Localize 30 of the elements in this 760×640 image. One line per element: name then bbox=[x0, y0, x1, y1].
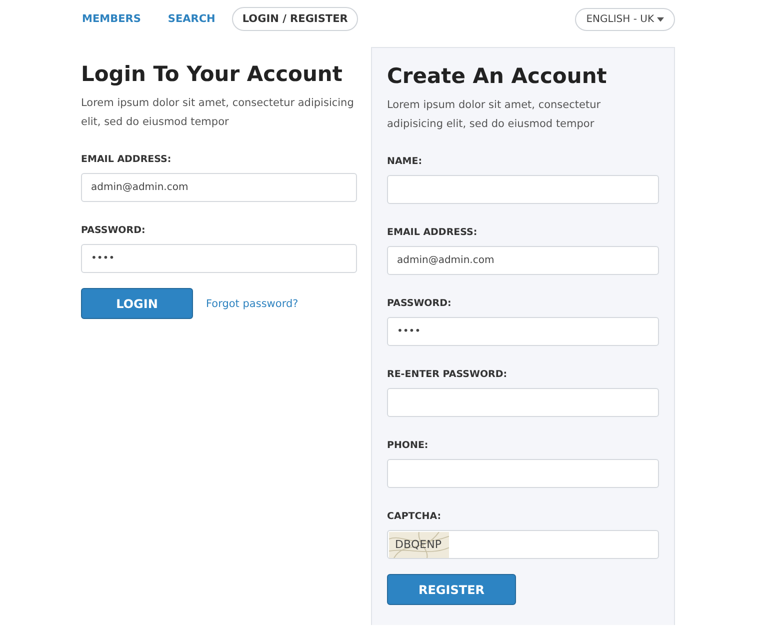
language-dropdown[interactable]: ENGLISH - UK bbox=[575, 8, 675, 30]
login-button[interactable]: LOGIN bbox=[81, 288, 193, 319]
field-label: PASSWORD: bbox=[81, 225, 146, 236]
field-label: EMAIL ADDRESS: bbox=[387, 227, 478, 238]
input-field[interactable] bbox=[387, 388, 659, 417]
caret-icon bbox=[657, 16, 664, 22]
field-label: EMAIL ADDRESS: bbox=[81, 154, 172, 165]
form-description: Lorem ipsum dolor sit amet, consectetur adipisicing elit, sed do eiusmod tempor bbox=[387, 98, 602, 132]
captcha-text: DBQENP bbox=[395, 538, 442, 551]
input-field[interactable] bbox=[387, 459, 659, 488]
nav-link[interactable]: MEMBERS bbox=[81, 7, 151, 31]
input-field[interactable] bbox=[387, 175, 659, 204]
captcha-field[interactable]: DBQENP bbox=[387, 530, 659, 559]
register-button[interactable]: REGISTER bbox=[387, 574, 516, 605]
form-description: Lorem ipsum dolor sit amet, consectetur adipisicing elit, sed do eiusmod tempor bbox=[81, 96, 355, 130]
input-field[interactable]: admin@admin.com bbox=[387, 246, 659, 275]
captcha-noise-drawing bbox=[389, 532, 449, 558]
input-field[interactable]: •••• bbox=[387, 317, 659, 346]
nav-link[interactable]: SEARCH bbox=[158, 7, 226, 31]
nav-link[interactable]: LOGIN / REGISTER bbox=[232, 7, 358, 31]
field-label: RE-ENTER PASSWORD: bbox=[387, 369, 508, 380]
field-label: CAPTCHA: bbox=[387, 511, 442, 522]
field-label: NAME: bbox=[387, 156, 424, 167]
form-title: Login To Your Account bbox=[81, 62, 344, 86]
field-label: PHONE: bbox=[387, 440, 430, 451]
input-field[interactable]: admin@admin.com bbox=[81, 173, 357, 202]
field-label: PASSWORD: bbox=[387, 298, 452, 309]
forgot-password-link[interactable]: Forgot password? bbox=[206, 298, 298, 310]
input-field[interactable]: •••• bbox=[81, 244, 357, 273]
form-title: Create An Account bbox=[387, 64, 608, 88]
